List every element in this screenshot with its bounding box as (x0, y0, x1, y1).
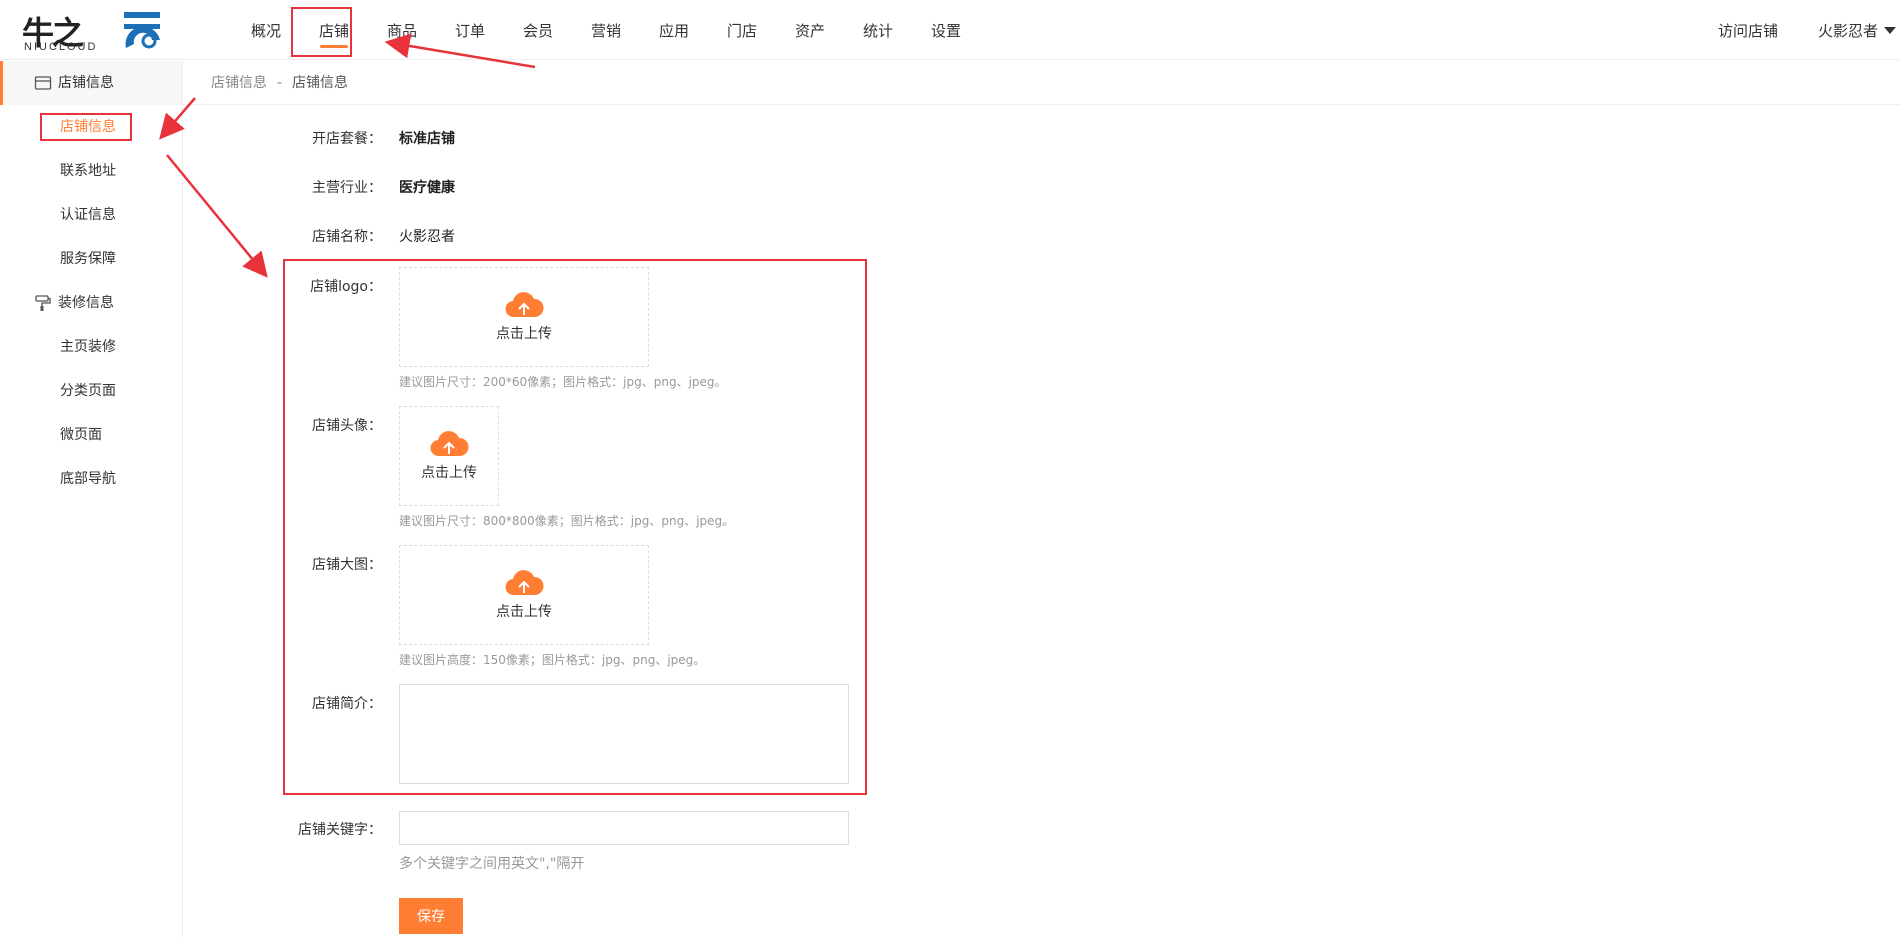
package-value: 标准店铺 (399, 131, 455, 147)
industry-value: 医疗健康 (399, 180, 455, 196)
sidebar-item-service-guarantee[interactable]: 服务保障 (0, 237, 182, 281)
sidebar-item-micro-page[interactable]: 微页面 (0, 413, 182, 457)
sidebar-item-category-page[interactable]: 分类页面 (0, 369, 182, 413)
sidebar-item-contact-address[interactable]: 联系地址 (0, 149, 182, 193)
breadcrumb-separator: - (277, 75, 283, 91)
save-button[interactable]: 保存 (399, 898, 463, 934)
nav-apps[interactable]: 应用 (640, 0, 708, 60)
cloud-logo-icon (124, 12, 160, 49)
store-icon (34, 76, 52, 90)
keyword-label: 店铺关键字： (298, 822, 382, 838)
nav-members[interactable]: 会员 (504, 0, 572, 60)
store-name-label: 店铺名称： (312, 229, 382, 245)
header-right: 访问店铺 火影忍者 (1718, 0, 1900, 60)
sidebar-item-bottom-nav[interactable]: 底部导航 (0, 457, 182, 501)
caret-down-icon (1884, 26, 1896, 34)
nav-assets[interactable]: 资产 (776, 0, 844, 60)
sidebar-item-highlight-box (40, 113, 132, 141)
nav-goods[interactable]: 商品 (368, 0, 436, 60)
nav-orders[interactable]: 订单 (436, 0, 504, 60)
username: 火影忍者 (1817, 21, 1878, 40)
industry-label: 主营行业： (312, 180, 382, 196)
form-section-highlight-box (283, 259, 867, 795)
breadcrumb-parent[interactable]: 店铺信息 (211, 75, 267, 91)
logo-subtext: NIUCLOUD (24, 41, 98, 53)
breadcrumb: 店铺信息 - 店铺信息 (183, 61, 1900, 105)
nav-stats[interactable]: 统计 (844, 0, 912, 60)
sidebar-group-label: 装修信息 (58, 295, 114, 311)
package-label: 开店套餐： (312, 131, 382, 147)
store-name-value: 火影忍者 (399, 229, 455, 245)
nav-shops[interactable]: 门店 (708, 0, 776, 60)
visit-store-link[interactable]: 访问店铺 (1718, 20, 1778, 41)
sidebar-group-decoration[interactable]: 装修信息 (0, 281, 182, 325)
breadcrumb-current: 店铺信息 (292, 75, 349, 91)
sidebar-group-label: 店铺信息 (58, 75, 114, 91)
niucloud-logo[interactable]: 牛之 NIUCLOUD (22, 8, 162, 54)
nav-overview[interactable]: 概况 (232, 0, 300, 60)
nav-marketing[interactable]: 营销 (572, 0, 640, 60)
nav-store-highlight-box (291, 7, 352, 57)
user-menu[interactable]: 火影忍者 (1818, 20, 1896, 41)
sidebar-item-home-decoration[interactable]: 主页装修 (0, 325, 182, 369)
nav-settings[interactable]: 设置 (912, 0, 980, 60)
keyword-input[interactable] (399, 811, 849, 845)
sidebar-group-store-info[interactable]: 店铺信息 (0, 61, 182, 105)
sidebar-item-certification[interactable]: 认证信息 (0, 193, 182, 237)
sidebar: 店铺信息 店铺信息 联系地址 认证信息 服务保障 装修信息 主页装修 分类页面 … (0, 61, 183, 937)
paint-roller-icon (35, 295, 51, 311)
keyword-hint: 多个关键字之间用英文","隔开 (399, 856, 585, 872)
top-header: 牛之 NIUCLOUD 概况 店铺 商品 订单 会员 营销 应用 门店 资产 统… (0, 0, 1900, 60)
